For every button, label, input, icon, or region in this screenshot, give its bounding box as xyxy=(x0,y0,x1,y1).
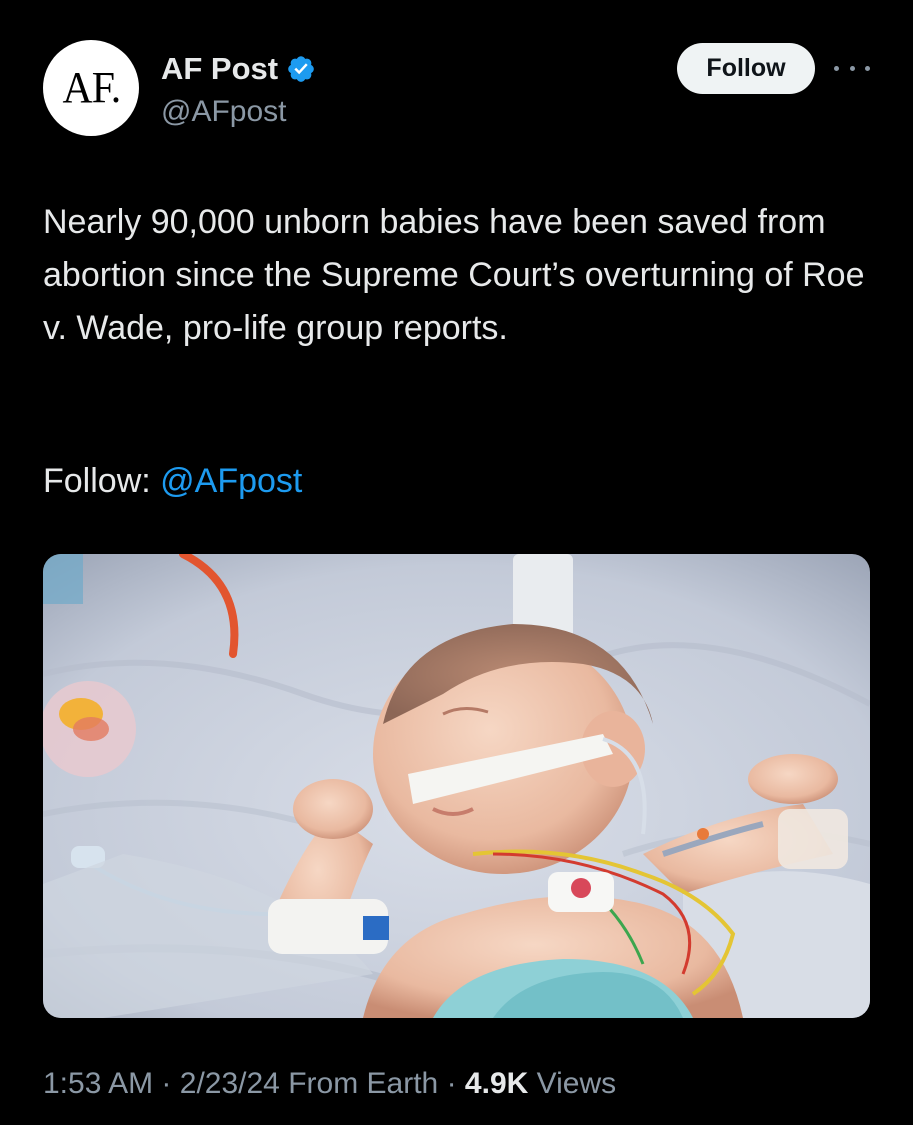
avatar[interactable]: AF. xyxy=(43,40,139,136)
follow-prefix: Follow: xyxy=(43,462,151,500)
mention-link[interactable]: @AFpost xyxy=(160,462,302,500)
avatar-logo-text: AF. xyxy=(62,63,121,112)
dot xyxy=(834,65,839,71)
dot xyxy=(865,65,870,71)
dot xyxy=(849,65,855,71)
tweet-date[interactable]: 2/23/24 xyxy=(180,1067,280,1100)
tweet-time[interactable]: 1:53 AM xyxy=(43,1067,153,1100)
tweet-follow-line: Follow: @AFpost xyxy=(43,455,302,508)
tweet-image[interactable] xyxy=(43,554,870,1018)
follow-button[interactable]: Follow xyxy=(677,43,815,94)
verified-badge-icon xyxy=(288,56,314,82)
tweet-text: Nearly 90,000 unborn babies have been sa… xyxy=(43,203,865,347)
nicu-baby-photo xyxy=(43,554,870,1018)
more-options-icon[interactable] xyxy=(834,60,870,76)
tweet-metadata: 1:53 AM · 2/23/24 From Earth · 4.9K View… xyxy=(43,1067,616,1101)
separator: · xyxy=(161,1067,172,1100)
views-label: Views xyxy=(536,1067,617,1100)
separator: · xyxy=(446,1067,457,1100)
display-name[interactable]: AF Post xyxy=(161,51,278,87)
author-name-row[interactable]: AF Post xyxy=(161,51,316,87)
author-handle[interactable]: @AFpost xyxy=(161,95,287,129)
tweet-source: From Earth xyxy=(288,1067,439,1100)
views-count: 4.9K xyxy=(464,1067,529,1100)
